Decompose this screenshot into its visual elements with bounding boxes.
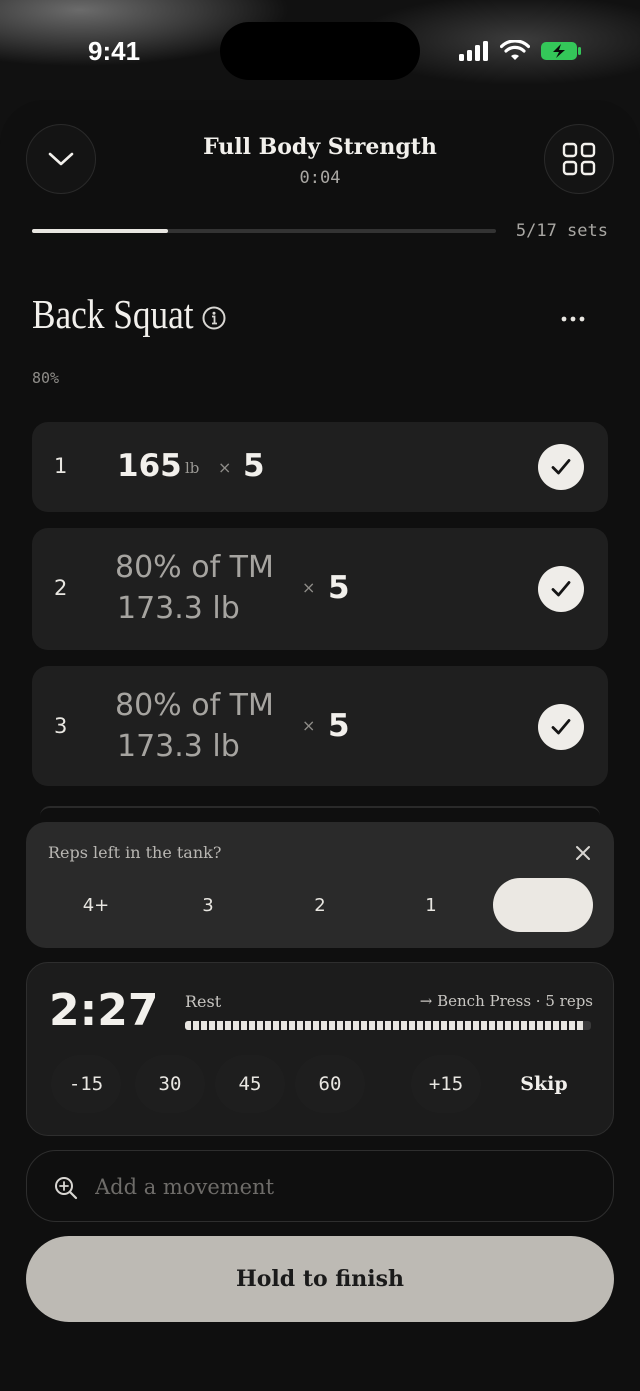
skip-rest-button[interactable]: Skip [499,1055,589,1113]
rest-timer-countdown: 2:27 [49,985,159,1036]
rest-set-60-button[interactable]: 60 [295,1055,365,1113]
grid-icon [562,142,596,176]
workout-progress-fill [32,229,169,233]
collapse-button[interactable] [26,124,96,194]
rest-progress-bar [185,1021,591,1030]
info-icon[interactable] [201,305,227,331]
set-row[interactable]: 2 80% of TM 173.3 lb × 5 [32,528,608,650]
battery-charging-icon [541,42,581,60]
workout-elapsed-time: 0:04 [299,168,341,188]
close-icon[interactable] [572,842,594,864]
checkmark-icon [551,459,571,475]
set-row[interactable]: 3 80% of TM 173.3 lb × 5 [32,666,608,786]
hold-to-finish-button[interactable]: Hold to finish [26,1236,614,1322]
reps-in-reserve-card: Reps left in the tank? 4+ 3 2 1 [26,822,614,948]
workout-title: Full Body Strength [203,134,437,160]
cellular-signal-icon [459,41,488,61]
set-computed-weight: 173.3 lb [117,591,240,626]
set-percent-of-tm[interactable]: 80% of TM [115,688,274,723]
set-percent-of-tm[interactable]: 80% of TM [115,550,274,585]
checkmark-icon [551,581,571,597]
more-options-icon[interactable] [556,308,590,330]
rest-timer-card: 2:27 Rest → Bench Press · 5 reps -15 30 … [26,962,614,1136]
set-number: 1 [54,454,68,478]
search-plus-icon [55,1177,78,1200]
set-number: 3 [54,714,68,738]
times-sign: × [302,716,316,735]
set-weight[interactable]: 165 [117,448,182,484]
rest-set-45-button[interactable]: 45 [215,1055,285,1113]
rir-option-selected[interactable] [493,878,593,932]
rest-set-30-button[interactable]: 30 [135,1055,205,1113]
set-reps[interactable]: 5 [328,570,350,606]
set-number: 2 [54,576,68,600]
chevron-down-icon [48,152,74,166]
set-reps[interactable]: 5 [328,708,350,744]
rir-prompt-label: Reps left in the tank? [48,843,222,862]
dynamic-island [220,22,420,80]
rest-plus-15-button[interactable]: +15 [411,1055,481,1113]
overview-grid-button[interactable] [544,124,614,194]
rest-label: Rest [185,992,222,1011]
exercise-name: Back Squat [32,291,194,337]
next-exercise-label: → Bench Press · 5 reps [419,992,593,1010]
set-complete-toggle[interactable] [538,566,584,612]
status-time: 9:41 [88,36,141,66]
set-complete-toggle[interactable] [538,704,584,750]
intensity-label: 80% [32,369,60,387]
rest-minus-15-button[interactable]: -15 [51,1055,121,1113]
rir-option-4-plus[interactable]: 4+ [46,878,146,932]
wifi-icon [500,40,530,60]
times-sign: × [218,458,232,477]
next-set-row-edge [40,806,600,816]
checkmark-icon [551,719,571,735]
set-complete-toggle[interactable] [538,444,584,490]
rir-option-1[interactable]: 1 [381,878,481,932]
workout-progress-bar [32,229,496,233]
set-row[interactable]: 1 165 lb × 5 [32,422,608,512]
set-weight-unit: lb [185,459,200,477]
sets-count: 5/17 sets [515,221,608,241]
times-sign: × [302,578,316,597]
rir-option-3[interactable]: 3 [158,878,258,932]
set-reps[interactable]: 5 [243,448,265,484]
rir-option-2[interactable]: 2 [270,878,370,932]
set-computed-weight: 173.3 lb [117,729,240,764]
add-movement-input[interactable] [95,1167,575,1207]
add-movement-field[interactable] [26,1150,614,1222]
status-bar: 9:41 [0,0,640,100]
rest-progress-fill [185,1021,583,1030]
